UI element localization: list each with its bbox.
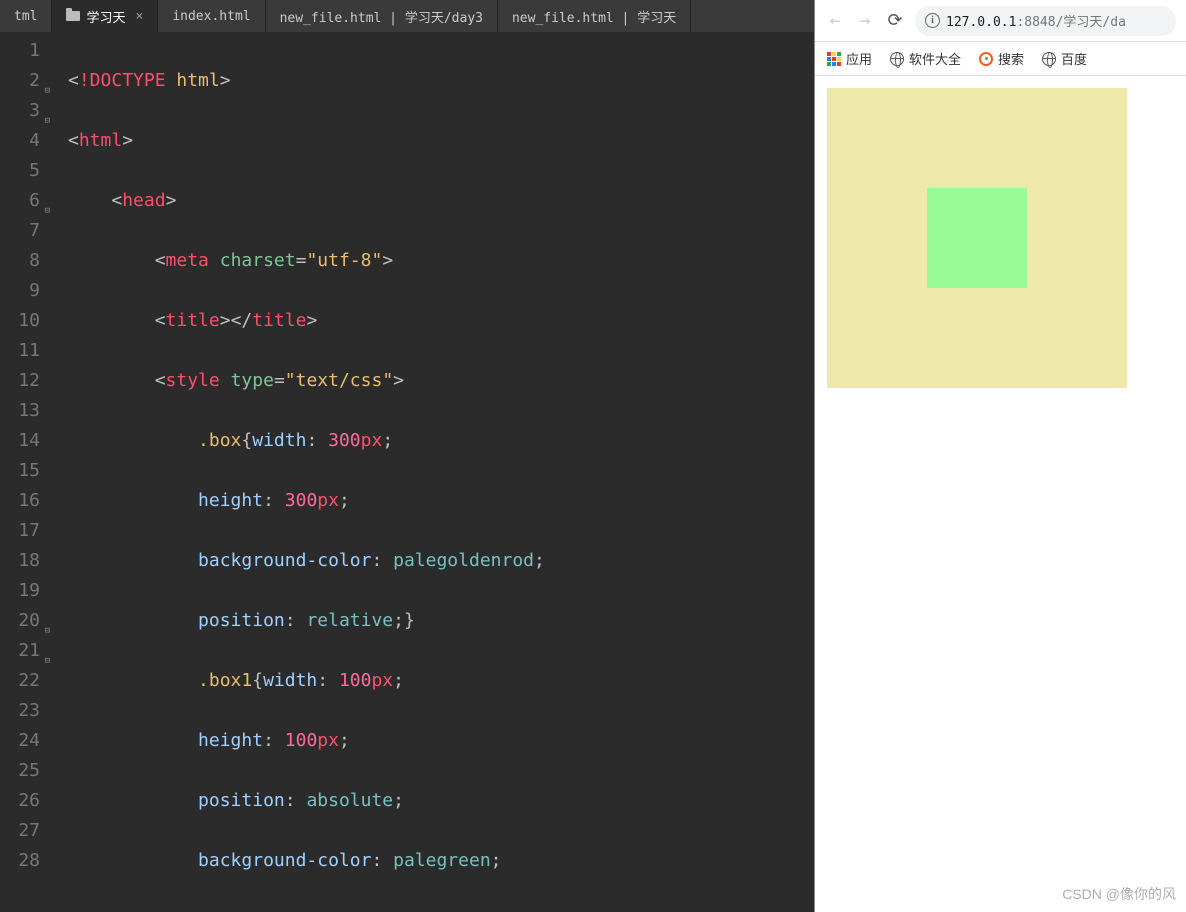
bookmark-software[interactable]: 软件大全: [890, 49, 961, 68]
line-number: 4: [29, 130, 40, 151]
bookmark-label: 搜索: [998, 49, 1024, 68]
folder-icon: [66, 11, 80, 21]
tab-index[interactable]: index.html: [158, 0, 265, 32]
browser-panel: ← → ⟳ i 127.0.0.1:8848/学习天/da 应用 软件大全 搜索…: [814, 0, 1186, 912]
tab-folder[interactable]: 学习天 ×: [52, 0, 158, 32]
line-number: 15: [18, 460, 40, 481]
outer-box: [827, 88, 1127, 388]
forward-button[interactable]: →: [855, 11, 875, 31]
line-number: 25: [18, 760, 40, 781]
line-number: 9: [29, 280, 40, 301]
back-button[interactable]: ←: [825, 11, 845, 31]
tab-newfile-day3[interactable]: new_file.html | 学习天/day3: [266, 0, 498, 32]
line-number: 10: [18, 310, 40, 331]
bookmark-label: 软件大全: [909, 49, 961, 68]
line-number: 23: [18, 700, 40, 721]
search-engine-icon: [979, 52, 993, 66]
reload-button[interactable]: ⟳: [885, 11, 905, 31]
tab-label: 学习天: [86, 7, 125, 26]
fold-icon[interactable]: ⊟: [45, 76, 50, 106]
code-content[interactable]: <!DOCTYPE html> <html> <head> <meta char…: [50, 32, 814, 912]
fold-icon[interactable]: ⊟: [45, 106, 50, 136]
inner-box: [927, 188, 1027, 288]
bookmark-apps[interactable]: 应用: [827, 49, 872, 68]
line-number: 27: [18, 820, 40, 841]
line-number: 2: [29, 70, 40, 91]
line-number: 8: [29, 250, 40, 271]
line-number: 24: [18, 730, 40, 751]
line-number: 5: [29, 160, 40, 181]
tab-label: new_file.html | 学习天: [512, 7, 676, 26]
line-number: 26: [18, 790, 40, 811]
bookmark-label: 百度: [1061, 49, 1087, 68]
tab-label: index.html: [172, 9, 250, 24]
close-icon[interactable]: ×: [136, 9, 144, 24]
line-gutter: 1 2⊟ 3⊟ 4 5 6⊟ 7 8 9 10 11 12 13 14 15 1…: [0, 32, 50, 912]
line-number: 20: [18, 610, 40, 631]
bookmark-label: 应用: [846, 49, 872, 68]
editor-panel: tml 学习天 × index.html new_file.html | 学习天…: [0, 0, 814, 912]
line-number: 7: [29, 220, 40, 241]
bookmarks-bar: 应用 软件大全 搜索 百度: [815, 42, 1186, 76]
fold-icon[interactable]: ⊟: [45, 646, 50, 676]
bookmark-search[interactable]: 搜索: [979, 49, 1024, 68]
apps-icon: [827, 52, 841, 66]
line-number: 11: [18, 340, 40, 361]
line-number: 16: [18, 490, 40, 511]
line-number: 21: [18, 640, 40, 661]
bookmark-baidu[interactable]: 百度: [1042, 49, 1087, 68]
line-number: 13: [18, 400, 40, 421]
line-number: 18: [18, 550, 40, 571]
site-info-icon[interactable]: i: [925, 13, 940, 28]
fold-icon[interactable]: ⊟: [45, 196, 50, 226]
tab-tml[interactable]: tml: [0, 0, 52, 32]
line-number: 17: [18, 520, 40, 541]
address-bar[interactable]: i 127.0.0.1:8848/学习天/da: [915, 6, 1176, 36]
line-number: 14: [18, 430, 40, 451]
globe-icon: [1042, 52, 1056, 66]
browser-toolbar: ← → ⟳ i 127.0.0.1:8848/学习天/da: [815, 0, 1186, 42]
tab-label: tml: [14, 9, 37, 24]
page-viewport: CSDN @像你的风: [815, 76, 1186, 912]
watermark: CSDN @像你的风: [1062, 884, 1176, 904]
line-number: 1: [29, 40, 40, 61]
tab-label: new_file.html | 学习天/day3: [280, 7, 483, 26]
line-number: 6: [29, 190, 40, 211]
tab-newfile[interactable]: new_file.html | 学习天: [498, 0, 691, 32]
code-area: 1 2⊟ 3⊟ 4 5 6⊟ 7 8 9 10 11 12 13 14 15 1…: [0, 32, 814, 912]
editor-tabs: tml 学习天 × index.html new_file.html | 学习天…: [0, 0, 814, 32]
line-number: 19: [18, 580, 40, 601]
address-text: 127.0.0.1:8848/学习天/da: [946, 11, 1126, 30]
line-number: 12: [18, 370, 40, 391]
fold-icon[interactable]: ⊟: [45, 616, 50, 646]
globe-icon: [890, 52, 904, 66]
line-number: 3: [29, 100, 40, 121]
line-number: 22: [18, 670, 40, 691]
line-number: 28: [18, 850, 40, 871]
